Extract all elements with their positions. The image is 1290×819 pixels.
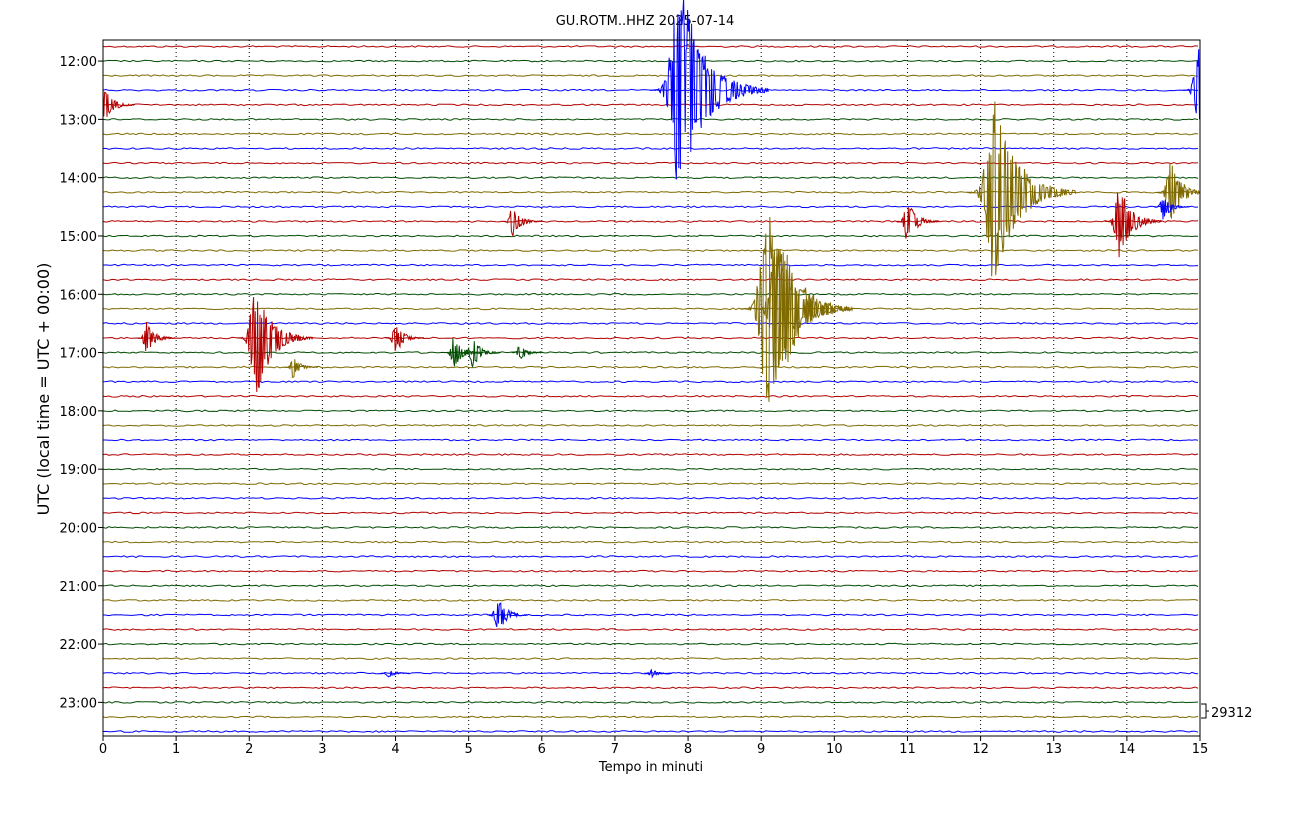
trace-line	[102, 657, 1199, 660]
trace-line	[102, 118, 1199, 121]
x-tick-label: 11	[899, 742, 916, 757]
trace-line	[102, 628, 1199, 631]
trace-line	[102, 176, 1199, 180]
scale-label: 29312	[1211, 706, 1252, 721]
trace-line	[102, 424, 1199, 427]
y-tick-label: 16:00	[60, 288, 97, 303]
y-tick-label: 21:00	[60, 580, 97, 595]
y-axis-label: UTC (local time = UTC + 00:00)	[34, 263, 53, 516]
trace-line	[102, 409, 1199, 413]
y-tick-label: 15:00	[60, 230, 97, 245]
event-burst	[236, 297, 314, 393]
chart-title: GU.ROTM..HHZ 2025-07-14	[556, 14, 735, 29]
y-tick-label: 13:00	[60, 113, 97, 128]
y-tick-label: 22:00	[60, 638, 97, 653]
x-tick-label: 3	[318, 742, 326, 757]
event-burst	[1182, 49, 1200, 120]
trace-line	[103, 307, 1199, 311]
helicorder-chart: GU.ROTM..HHZ 2025-07-14 0 1 2 3 4 5 6 7 8 9 10 11 12…	[34, 0, 1252, 775]
y-axis-ticks: 12:00 13:00 14:00 15:00 16:00 17:00 18:00 19:00…	[60, 55, 103, 711]
trace-line	[102, 74, 1199, 77]
trace-line	[102, 220, 1199, 223]
trace-line	[102, 380, 1199, 384]
trace-line	[102, 701, 1199, 704]
x-tick-label: 2	[245, 742, 253, 757]
trace-line	[102, 715, 1199, 719]
seismic-traces	[102, 45, 1199, 733]
trace-line	[103, 438, 1199, 442]
grid-lines	[175, 40, 1128, 736]
trace-line	[102, 394, 1199, 398]
trace-line	[103, 365, 1199, 369]
trace-line	[102, 511, 1199, 515]
trace-line	[102, 642, 1199, 646]
trace-line	[102, 598, 1199, 602]
trace-line	[102, 263, 1199, 267]
event-burst	[644, 668, 673, 679]
x-tick-label: 6	[538, 742, 546, 757]
event-burst	[284, 359, 319, 379]
event-burst	[380, 670, 410, 678]
trace-line	[102, 103, 1199, 107]
trace-line	[102, 45, 1199, 48]
y-tick-label: 14:00	[60, 172, 97, 187]
trace-line	[102, 496, 1199, 500]
x-tick-label: 4	[391, 742, 399, 757]
trace-line	[102, 540, 1199, 544]
trace-line	[102, 467, 1199, 471]
x-axis-ticks: 0 1 2 3 4 5 6 7 8 9 10 11 12 13 14 15	[99, 736, 1208, 757]
y-tick-label: 12:00	[60, 55, 97, 70]
trace-line	[102, 482, 1199, 486]
x-tick-label: 1	[172, 742, 180, 757]
x-tick-label: 13	[1045, 742, 1062, 757]
x-tick-label: 10	[826, 742, 843, 757]
trace-line	[102, 526, 1199, 529]
x-tick-label: 9	[757, 742, 765, 757]
x-axis-label: Tempo in minuti	[598, 760, 703, 775]
trace-line	[102, 555, 1199, 558]
y-tick-label: 18:00	[60, 405, 97, 420]
y-tick-label: 17:00	[60, 347, 97, 362]
trace-line	[102, 278, 1199, 282]
x-tick-label: 15	[1192, 742, 1209, 757]
trace-line	[102, 584, 1199, 588]
event-burst	[385, 327, 425, 351]
x-tick-label: 7	[611, 742, 619, 757]
y-tick-label: 19:00	[60, 463, 97, 478]
trace-line	[102, 190, 1199, 194]
x-tick-label: 12	[972, 742, 989, 757]
trace-line	[102, 234, 1199, 238]
trace-line	[102, 292, 1198, 296]
trace-line	[102, 322, 1199, 325]
plot-frame	[102, 39, 1201, 737]
event-burst	[102, 86, 136, 117]
event-burst	[1104, 192, 1162, 258]
x-tick-label: 5	[465, 742, 473, 757]
x-tick-label: 8	[684, 742, 692, 757]
trace-line	[102, 453, 1199, 456]
trace-line	[102, 147, 1199, 150]
trace-line	[102, 205, 1199, 209]
trace-line	[102, 686, 1199, 690]
trace-line	[102, 59, 1199, 63]
y-tick-label: 23:00	[60, 696, 97, 711]
event-burst	[896, 207, 940, 239]
trace-line	[102, 132, 1199, 136]
trace-line	[102, 569, 1199, 573]
x-tick-label: 0	[99, 742, 107, 757]
trace-line	[102, 161, 1199, 165]
event-burst	[502, 210, 542, 238]
trace-line	[102, 613, 1199, 617]
y-tick-label: 20:00	[60, 521, 97, 536]
event-burst	[136, 321, 176, 352]
trace-line	[102, 730, 1199, 733]
scale-bracket	[1201, 703, 1209, 719]
x-tick-label: 14	[1119, 742, 1136, 757]
trace-line	[102, 249, 1199, 252]
